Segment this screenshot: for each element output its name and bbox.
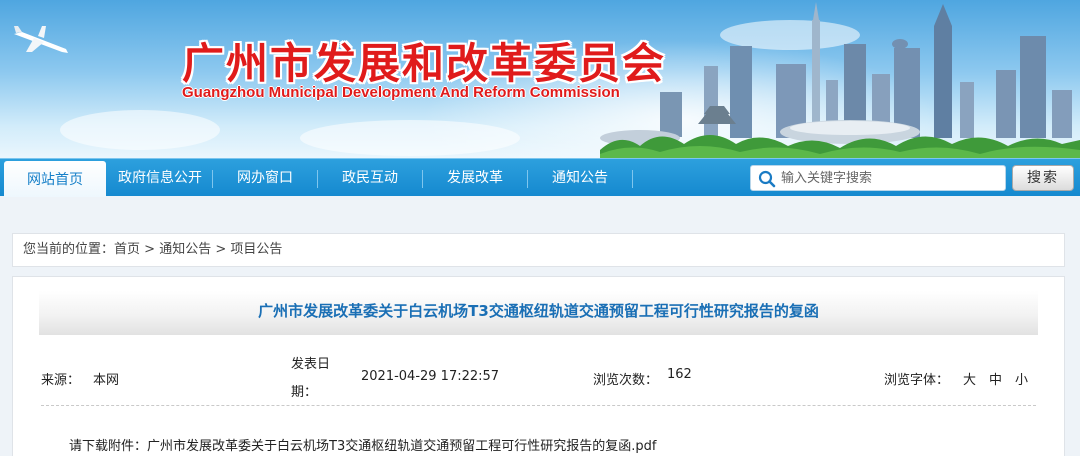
cloud	[300, 120, 520, 156]
font-size-medium[interactable]: 中	[989, 369, 1002, 388]
article-meta: 来源： 本网 发表日 期： 2021-04-29 17:22:57 浏览次数： …	[41, 351, 1036, 405]
nav-item-gov-info[interactable]: 政府信息公开	[108, 159, 212, 197]
breadcrumb-link-home[interactable]: 首页	[114, 234, 140, 266]
publish-date: 2021-04-29 17:22:57	[361, 369, 500, 384]
breadcrumb-separator: >	[140, 242, 160, 257]
site-subtitle: Guangzhou Municipal Development And Refo…	[182, 84, 620, 101]
nav-item-interaction[interactable]: 政民互动	[318, 159, 422, 197]
views-count: 162	[667, 367, 692, 382]
nav-item-development-reform[interactable]: 发展改革	[423, 159, 527, 197]
main-nav: 网站首页 政府信息公开 网办窗口 政民互动 发展改革 通知公告 搜索	[0, 158, 1080, 197]
breadcrumb-link-notices[interactable]: 通知公告	[159, 234, 211, 266]
search-input[interactable]	[781, 168, 1001, 188]
search-box	[750, 165, 1006, 191]
meta-divider	[41, 405, 1036, 406]
nav-divider	[632, 170, 633, 188]
cloud	[60, 110, 220, 150]
nav-item-notices[interactable]: 通知公告	[528, 159, 632, 197]
header-banner: 广州市发展和改革委员会 Guangzhou Municipal Developm…	[0, 0, 1080, 158]
attachment-link[interactable]: 广州市发展改革委关于白云机场T3交通枢纽轨道交通预留工程可行性研究报告的复函.p…	[147, 439, 656, 454]
search-icon	[758, 170, 776, 188]
article-title: 广州市发展改革委关于白云机场T3交通枢纽轨道交通预留工程可行性研究报告的复函	[39, 291, 1038, 335]
font-size-small[interactable]: 小	[1015, 369, 1028, 388]
source-value: 本网	[93, 373, 120, 388]
views-label: 浏览次数：	[593, 373, 659, 388]
city-skyline-illustration	[600, 2, 1080, 158]
breadcrumb: 您当前的位置：首页 > 通知公告 > 项目公告	[12, 233, 1065, 267]
site-title: 广州市发展和改革委员会	[182, 39, 667, 88]
font-size-label: 浏览字体：	[884, 373, 950, 388]
airplane-icon	[14, 26, 68, 53]
search-button[interactable]: 搜索	[1012, 165, 1074, 191]
breadcrumb-link-project-notices[interactable]: 项目公告	[230, 234, 282, 266]
attachment-line: 请下载附件：广州市发展改革委关于白云机场T3交通枢纽轨道交通预留工程可行性研究报…	[69, 435, 656, 454]
article-panel: 广州市发展改革委关于白云机场T3交通枢纽轨道交通预留工程可行性研究报告的复函 来…	[12, 276, 1065, 456]
breadcrumb-prefix: 您当前的位置：	[23, 242, 115, 257]
attachment-label: 请下载附件：	[69, 439, 148, 454]
nav-item-online-services[interactable]: 网办窗口	[213, 159, 317, 197]
font-size-large[interactable]: 大	[963, 369, 976, 388]
date-label: 发表日	[291, 357, 331, 372]
nav-item-home[interactable]: 网站首页	[4, 161, 106, 197]
breadcrumb-separator: >	[211, 242, 231, 257]
date-label-cont: 期：	[291, 385, 318, 400]
source-label: 来源：	[41, 373, 81, 388]
